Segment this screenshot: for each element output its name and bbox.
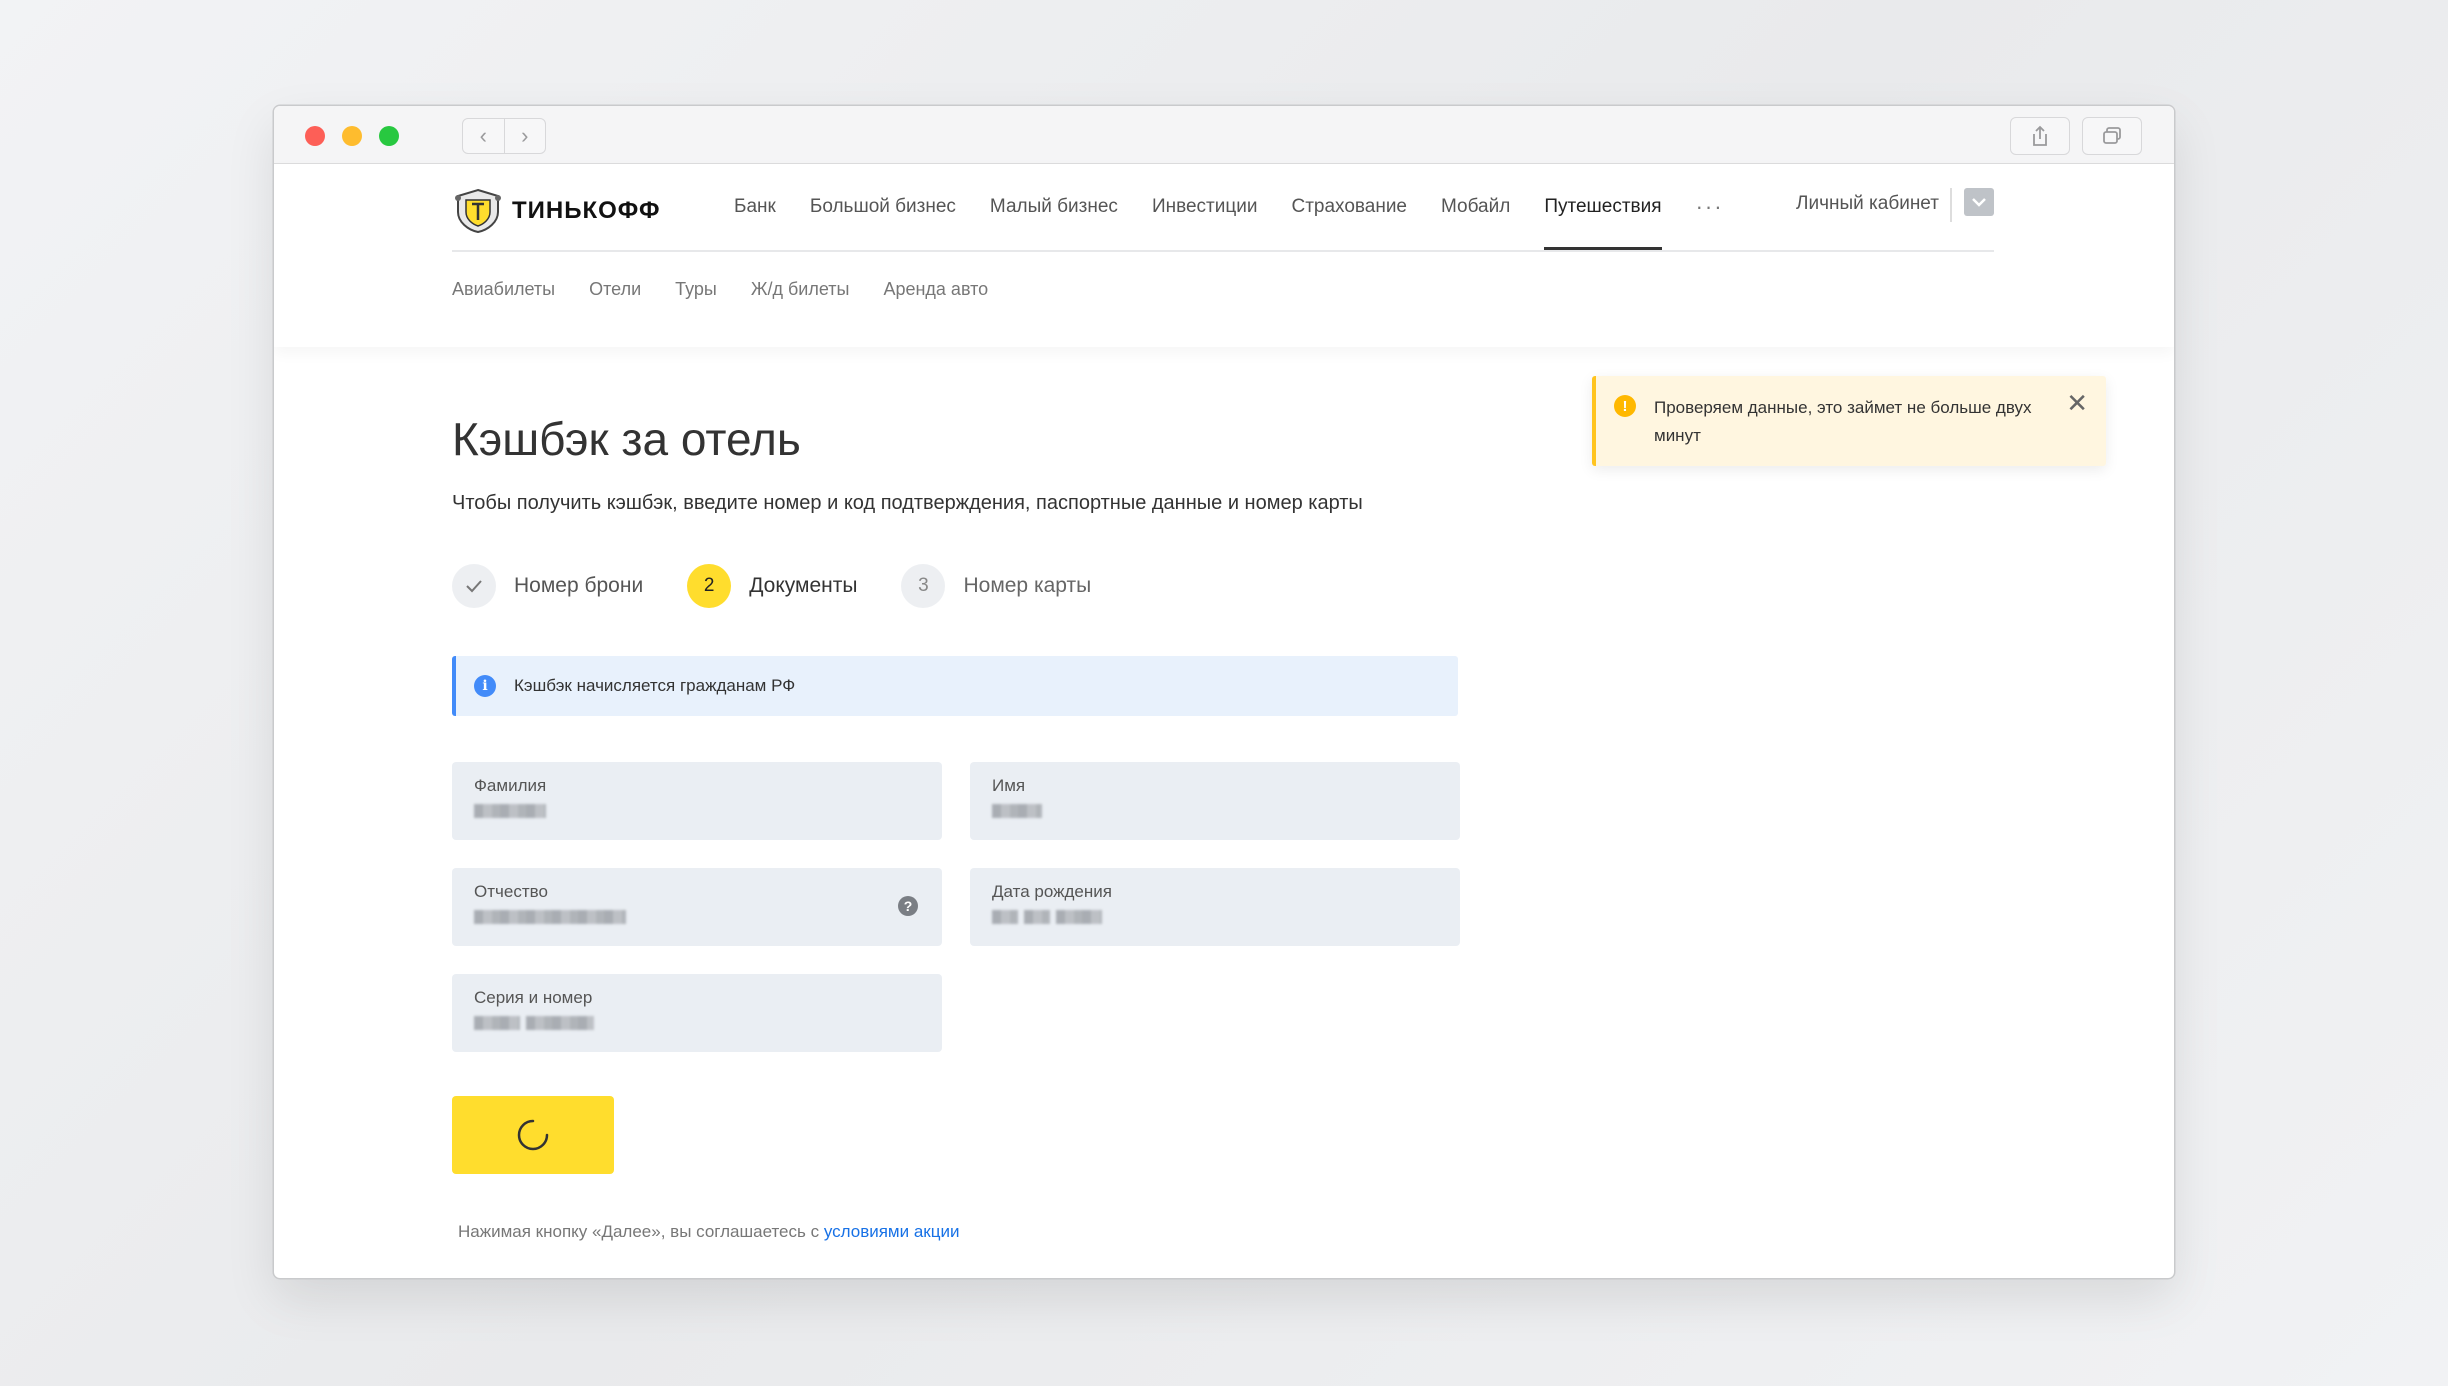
toast-text: Проверяем данные, это займет не больше д… [1654, 398, 2032, 445]
notification-toast: ! Проверяем данные, это займет не больше… [1592, 376, 2106, 466]
step-booking-number[interactable]: Номер брони [452, 564, 643, 608]
patronymic-field[interactable]: Отчество ? [452, 868, 942, 946]
minimize-window-button[interactable] [342, 126, 362, 146]
passport-field[interactable]: Серия и номер [452, 974, 942, 1052]
personal-cabinet-link[interactable]: Личный кабинет [1796, 193, 1939, 215]
terms-link[interactable]: условиями акции [824, 1222, 960, 1241]
tabs-overview-button[interactable] [2082, 117, 2142, 155]
subnav-flights[interactable]: Авиабилеты [452, 279, 555, 300]
main-nav: Банк Большой бизнес Малый бизнес Инвести… [734, 164, 1758, 250]
subnav-car-rental[interactable]: Аренда авто [883, 279, 988, 300]
help-icon[interactable]: ? [898, 896, 918, 916]
field-label: Отчество [474, 882, 548, 901]
logo-text: ТИНЬКОФФ [512, 197, 661, 224]
info-icon: i [474, 675, 496, 697]
nav-investments[interactable]: Инвестиции [1152, 164, 1258, 250]
sub-nav: Авиабилеты Отели Туры Ж/д билеты Аренда … [452, 279, 1022, 300]
redacted-value [474, 804, 920, 818]
logo[interactable]: ТИНЬКОФФ [452, 188, 660, 234]
nav-travel[interactable]: Путешествия [1544, 164, 1662, 250]
step-card-number: 3 Номер карты [901, 564, 1091, 608]
cabinet-dropdown-button[interactable] [1964, 188, 1994, 216]
subnav-tours[interactable]: Туры [675, 279, 717, 300]
subnav-trains[interactable]: Ж/д билеты [751, 279, 850, 300]
redacted-value [474, 1016, 920, 1030]
forward-button[interactable]: › [503, 119, 546, 153]
nav-bank[interactable]: Банк [734, 164, 776, 250]
history-nav: ‹ › [462, 118, 546, 154]
stepper: Номер брони 2 Документы 3 Номер карты [452, 564, 1135, 608]
share-button[interactable] [2010, 117, 2070, 155]
name-field[interactable]: Имя [970, 762, 1460, 840]
redacted-value [474, 910, 920, 924]
info-text: Кэшбэк начисляется гражданам РФ [514, 676, 796, 695]
nav-small-business[interactable]: Малый бизнес [990, 164, 1118, 250]
nav-mobile[interactable]: Мобайл [1441, 164, 1510, 250]
close-window-button[interactable] [305, 126, 325, 146]
share-icon [2033, 125, 2047, 146]
tabs-icon [2103, 127, 2121, 144]
check-icon [452, 564, 496, 608]
terms-text: Нажимая кнопку «Далее», вы соглашаетесь … [458, 1222, 820, 1241]
redacted-value [992, 910, 1438, 924]
page-subtitle: Чтобы получить кэшбэк, введите номер и к… [452, 492, 1363, 514]
nav-big-business[interactable]: Большой бизнес [810, 164, 956, 250]
nav-more-button[interactable]: ··· [1696, 164, 1724, 250]
redacted-value [992, 804, 1438, 818]
site-header: ТИНЬКОФФ Банк Большой бизнес Малый бизне… [274, 164, 2174, 347]
nav-insurance[interactable]: Страхование [1291, 164, 1407, 250]
chevron-down-icon [1972, 198, 1986, 207]
step-number: 2 [687, 564, 732, 608]
step-label: Номер брони [514, 574, 644, 597]
cabinet-divider [1950, 188, 1952, 222]
maximize-window-button[interactable] [379, 126, 399, 146]
close-icon[interactable]: ✕ [2066, 390, 2088, 416]
field-label: Имя [992, 776, 1026, 795]
field-label: Фамилия [474, 776, 547, 795]
field-label: Дата рождения [992, 882, 1112, 901]
back-button[interactable]: ‹ [463, 119, 504, 153]
birthdate-field[interactable]: Дата рождения [970, 868, 1460, 946]
warning-icon: ! [1614, 395, 1636, 417]
browser-window: ‹ › ТИНЬКОФФ Банк Большой бизнес Малый б… [274, 106, 2174, 1278]
terms-notice: Нажимая кнопку «Далее», вы соглашаетесь … [458, 1222, 959, 1242]
step-number: 3 [901, 564, 946, 608]
spinner-icon [517, 1119, 549, 1151]
step-label: Документы [749, 574, 858, 597]
step-label: Номер карты [963, 574, 1092, 597]
subnav-hotels[interactable]: Отели [589, 279, 641, 300]
surname-field[interactable]: Фамилия [452, 762, 942, 840]
step-documents: 2 Документы [687, 564, 857, 608]
browser-titlebar: ‹ › [274, 106, 2174, 164]
page-title: Кэшбэк за отель [452, 413, 801, 465]
field-label: Серия и номер [474, 988, 593, 1007]
header-divider [452, 250, 1994, 252]
tinkoff-crest-icon [455, 188, 501, 234]
submit-button[interactable] [452, 1096, 614, 1174]
info-banner: i Кэшбэк начисляется гражданам РФ [452, 656, 1458, 716]
